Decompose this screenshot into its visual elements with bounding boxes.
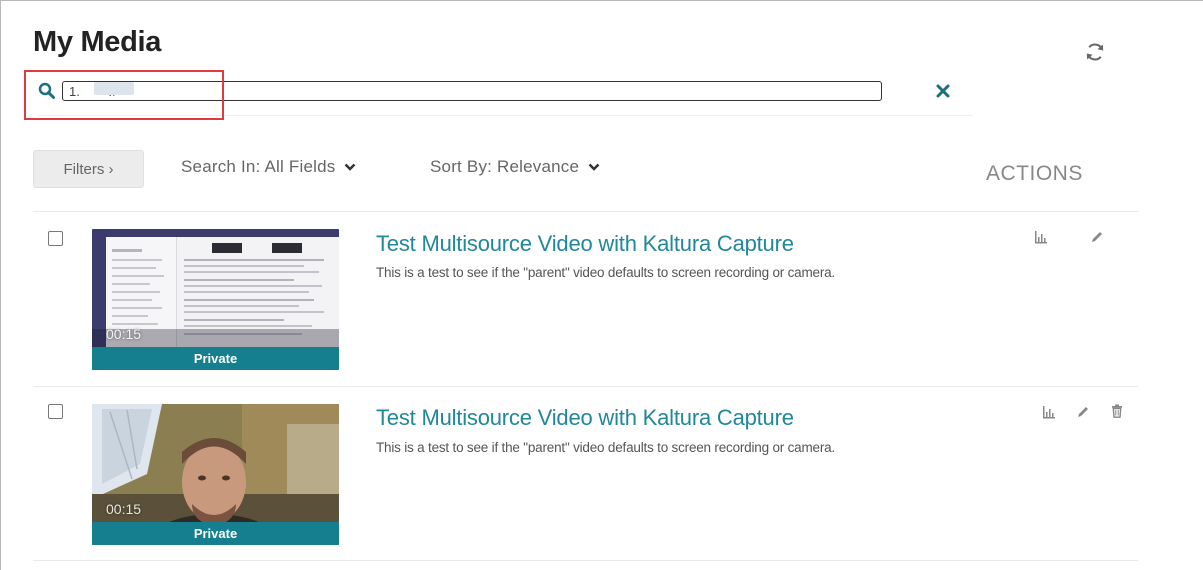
search-in-dropdown[interactable]: Search In: All Fields <box>181 157 356 177</box>
edit-icon[interactable] <box>1089 229 1105 245</box>
duration-label: 00:15 <box>106 501 142 517</box>
status-badge: Private <box>92 522 339 545</box>
actions-dropdown[interactable]: ACTIONS <box>986 162 1097 186</box>
entry-title-link[interactable]: Test Multisource Video with Kaltura Capt… <box>376 405 794 431</box>
actions-label: ACTIONS <box>986 162 1083 185</box>
entry-description: This is a test to see if the "parent" vi… <box>376 440 835 455</box>
stats-icon[interactable] <box>1041 404 1057 420</box>
list-divider <box>33 211 1138 212</box>
list-divider <box>33 386 1138 387</box>
annotation-highlight <box>24 70 224 120</box>
search-in-label: Search In: All Fields <box>181 157 336 176</box>
entry-thumbnail[interactable]: 00:15 Private <box>92 229 339 370</box>
chevron-down-icon <box>588 163 600 171</box>
frame-top-border <box>0 0 1203 1</box>
stats-icon[interactable] <box>1033 229 1049 245</box>
filters-button[interactable]: Filters › <box>33 150 144 188</box>
entry-description: This is a test to see if the "parent" vi… <box>376 265 835 280</box>
refresh-icon[interactable] <box>1083 40 1107 64</box>
status-badge: Private <box>92 347 339 370</box>
entry-thumbnail[interactable]: 00:15 Private <box>92 404 339 545</box>
delete-icon[interactable] <box>1109 403 1125 419</box>
entry-checkbox[interactable] <box>48 231 63 246</box>
chevron-down-icon <box>345 163 356 171</box>
frame-left-border <box>0 0 1 570</box>
list-divider <box>33 560 1138 561</box>
entry-title-link[interactable]: Test Multisource Video with Kaltura Capt… <box>376 231 794 257</box>
sort-by-label: Sort By: Relevance <box>430 157 580 176</box>
duration-label: 00:15 <box>106 326 142 342</box>
sort-by-dropdown[interactable]: Sort By: Relevance <box>430 157 600 177</box>
edit-icon[interactable] <box>1075 404 1091 420</box>
entry-checkbox[interactable] <box>48 404 63 419</box>
close-icon[interactable] <box>935 83 951 99</box>
page-title: My Media <box>33 26 162 58</box>
